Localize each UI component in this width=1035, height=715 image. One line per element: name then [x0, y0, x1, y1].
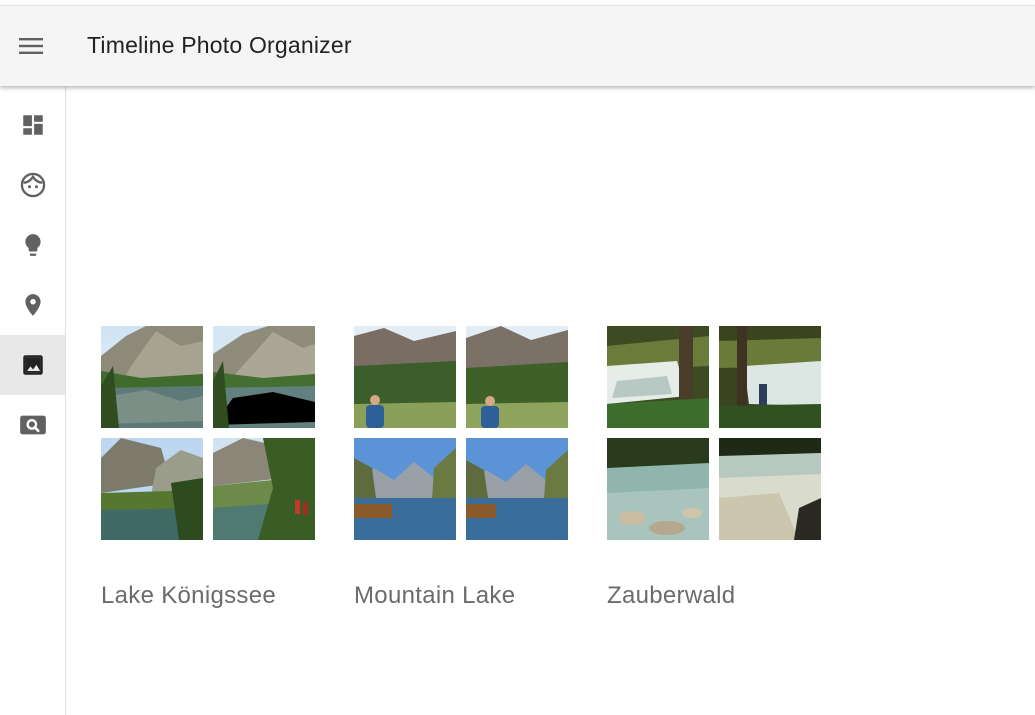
album-photo	[101, 438, 203, 540]
face-icon	[20, 172, 45, 198]
album-photo	[607, 438, 709, 540]
sidebar-item-search[interactable]	[0, 395, 65, 455]
sidebar-item-dashboard[interactable]	[0, 95, 65, 155]
album-photo	[719, 326, 821, 428]
album-grid: Lake Königssee Mountain Lake Zauberwald	[66, 86, 1035, 715]
album-photo	[354, 438, 456, 540]
album-photo	[213, 326, 315, 428]
sidebar	[0, 86, 66, 715]
album-title: Lake Königssee	[101, 582, 276, 609]
image-search-icon	[19, 415, 46, 435]
album-photo	[719, 438, 821, 540]
lightbulb-icon	[24, 234, 41, 256]
sidebar-item-places[interactable]	[0, 275, 65, 335]
album-title: Zauberwald	[607, 582, 736, 609]
album-photo	[213, 438, 315, 540]
album-photo	[101, 326, 203, 428]
app-bar: Timeline Photo Organizer	[0, 5, 1035, 86]
sidebar-item-people[interactable]	[0, 155, 65, 215]
sidebar-item-albums[interactable]	[0, 335, 65, 395]
photo-album-icon	[22, 355, 43, 375]
album-photo	[466, 438, 568, 540]
location-pin-icon	[24, 294, 41, 316]
app-title: Timeline Photo Organizer	[87, 32, 352, 58]
sidebar-item-ideas[interactable]	[0, 215, 65, 275]
menu-icon[interactable]	[16, 33, 46, 59]
album-photo	[466, 326, 568, 428]
album-photo	[354, 326, 456, 428]
album-title: Mountain Lake	[354, 582, 516, 609]
album-photo	[607, 326, 709, 428]
dashboard-icon	[22, 115, 43, 135]
